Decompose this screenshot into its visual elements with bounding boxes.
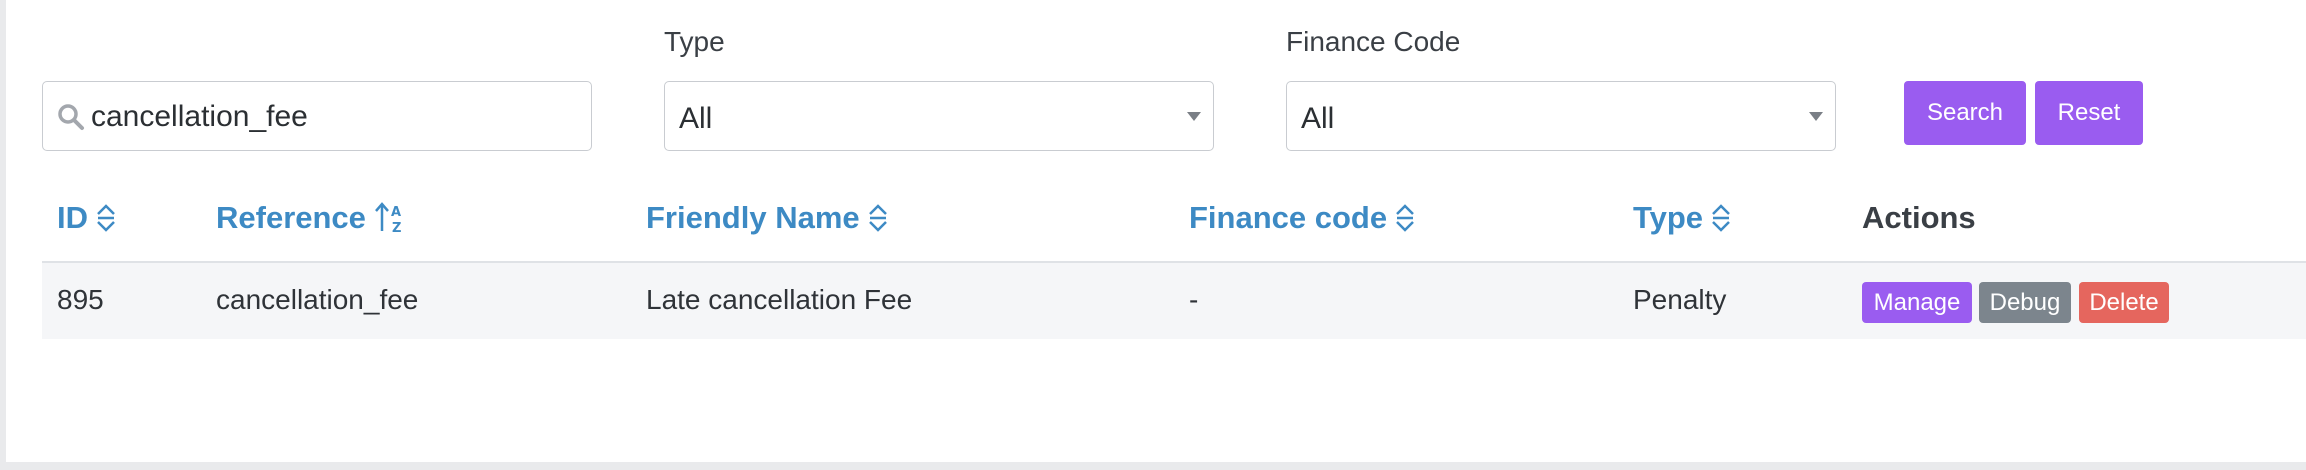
svg-text:A: A — [391, 205, 401, 220]
delete-button[interactable]: Delete — [2079, 282, 2169, 323]
search-icon — [58, 104, 84, 130]
column-header-actions: Actions — [1862, 200, 1976, 235]
finance-code-filter-label: Finance Code — [1286, 26, 1461, 57]
type-select[interactable]: All — [664, 81, 1214, 151]
finance-code-select-value: All — [1301, 102, 1335, 135]
sort-ascending-icon: A Z — [374, 202, 401, 235]
column-header-id-label: ID — [57, 200, 88, 235]
column-header-finance-code[interactable]: Finance code — [1189, 200, 1415, 236]
cell-reference: cancellation_fee — [216, 284, 419, 315]
reset-button[interactable]: Reset — [2035, 81, 2143, 145]
cell-id: 895 — [57, 284, 104, 315]
sort-icon — [868, 204, 887, 232]
sort-icon — [1396, 204, 1414, 232]
sort-icon — [1712, 204, 1730, 232]
debug-button[interactable]: Debug — [1979, 282, 2071, 323]
chevron-down-icon — [1187, 112, 1201, 121]
cell-type: Penalty — [1633, 284, 1727, 315]
cell-friendly-name: Late cancellation Fee — [646, 284, 913, 315]
finance-code-select[interactable]: All — [1286, 81, 1836, 151]
column-header-friendly-name-label: Friendly Name — [646, 200, 860, 235]
svg-text:Z: Z — [392, 221, 401, 235]
content-panel: Type Finance Code cancellation_fee All A… — [6, 0, 2306, 462]
sort-icon — [97, 204, 115, 232]
cell-finance-code: - — [1189, 284, 1199, 315]
column-header-id[interactable]: ID — [57, 200, 116, 236]
manage-button[interactable]: Manage — [1862, 282, 1972, 323]
column-header-reference-label: Reference — [216, 200, 366, 235]
column-header-type-label: Type — [1633, 200, 1704, 235]
search-button[interactable]: Search — [1904, 81, 2026, 145]
type-filter-label: Type — [664, 26, 725, 57]
column-header-reference[interactable]: Reference A Z — [216, 200, 406, 236]
search-input-value: cancellation_fee — [91, 100, 308, 133]
search-input[interactable]: cancellation_fee — [42, 81, 592, 151]
column-header-friendly-name[interactable]: Friendly Name — [646, 200, 888, 236]
chevron-down-icon — [1809, 112, 1823, 121]
column-header-type[interactable]: Type — [1633, 200, 1731, 236]
type-select-value: All — [679, 102, 713, 135]
column-header-finance-code-label: Finance code — [1189, 200, 1388, 235]
